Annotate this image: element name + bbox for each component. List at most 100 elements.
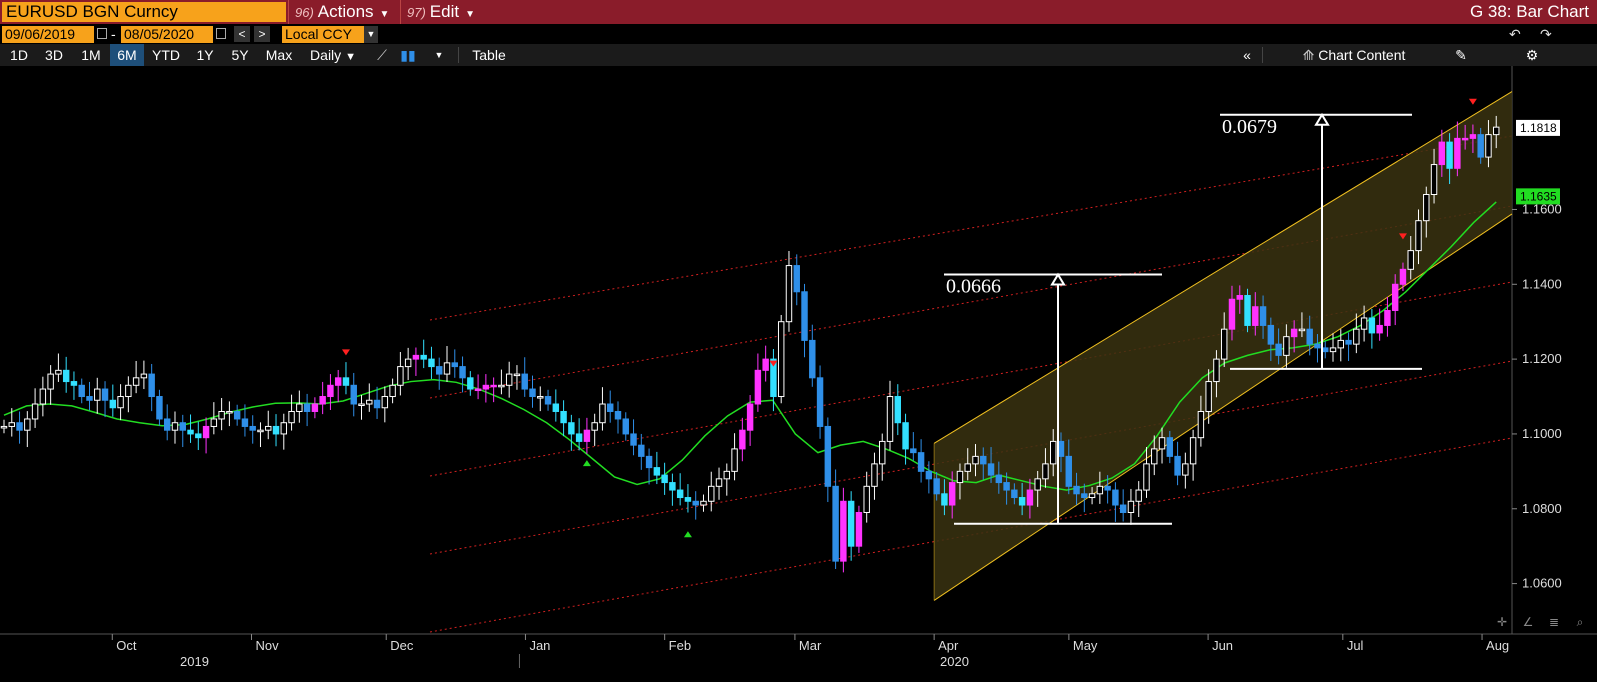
candle-body — [125, 384, 132, 398]
candle-body — [257, 429, 264, 433]
line-chart-icon[interactable]: ⟋ — [370, 44, 394, 66]
start-date-field[interactable]: 09/06/2019 — [2, 26, 94, 43]
calendar-icon[interactable] — [216, 28, 226, 39]
candle-body — [443, 362, 451, 375]
candle-body — [1026, 489, 1034, 506]
period-max-button[interactable]: Max — [260, 44, 298, 66]
candle-body — [537, 396, 544, 399]
period-5y-button[interactable]: 5Y — [224, 44, 256, 66]
table-button[interactable]: Table — [462, 44, 516, 66]
chart-content-button[interactable]: ⟰ Chart Content — [1284, 44, 1424, 66]
candle-body — [591, 422, 598, 431]
frequency-label: Daily — [310, 47, 342, 63]
candle-body — [583, 429, 591, 442]
x-axis: Oct Nov Dec Jan Feb Mar Apr May Jun Jul Aug 2019 202… — [111, 634, 1509, 669]
chart-title: G 38: Bar Chart — [1469, 2, 1589, 21]
candle-body — [941, 493, 948, 506]
calendar-icon[interactable] — [97, 28, 107, 39]
chevron-left-icon[interactable]: < — [234, 26, 250, 42]
candle-body — [202, 425, 210, 439]
candle-body — [544, 396, 552, 405]
candle-body — [964, 463, 971, 472]
candle-body — [490, 384, 497, 388]
currency-select[interactable]: Local CCY ▼ — [282, 26, 378, 43]
candle-body — [785, 265, 793, 323]
period-6m-button[interactable]: 6M — [110, 44, 144, 66]
period-1d-button[interactable]: 1D — [4, 44, 34, 66]
candle-body — [801, 291, 808, 341]
candle-body — [156, 396, 163, 420]
candle-body — [1228, 298, 1236, 330]
candle-body — [560, 410, 567, 424]
candle-body — [1399, 268, 1407, 285]
candle-body — [404, 358, 412, 368]
candle-body — [917, 452, 925, 472]
candle-body — [1407, 250, 1414, 270]
candle-body — [645, 455, 653, 469]
candle-body — [1119, 504, 1127, 514]
x-year-label: 2019 — [180, 654, 209, 669]
candle-body — [272, 425, 280, 435]
chevron-down-icon[interactable]: ▼ — [364, 26, 378, 43]
period-3d-button[interactable]: 3D — [38, 44, 70, 66]
candle-body — [1073, 485, 1080, 495]
undo-icon[interactable]: ↶ — [1509, 26, 1521, 43]
chart-corner-tools: ✛ ∠ ≣ ⌕ — [1489, 611, 1593, 633]
chevron-down-icon: ▼ — [465, 9, 475, 20]
chart-content-icon: ⟰ — [1302, 47, 1315, 63]
candle-body — [777, 321, 785, 398]
candle-body — [731, 448, 738, 472]
candle-body — [762, 358, 769, 371]
zoom-icon[interactable]: ⌕ — [1567, 611, 1593, 633]
actions-menu-button[interactable]: 96) Actions ▼ — [288, 0, 398, 24]
redo-icon[interactable]: ↷ — [1540, 26, 1552, 43]
candle-body — [676, 489, 684, 499]
gear-icon[interactable]: ⚙ — [1520, 44, 1544, 66]
ticker-input[interactable]: EURUSD BGN Curncy — [2, 2, 286, 22]
candle-body — [723, 470, 731, 480]
measure-arrow-head — [1050, 272, 1066, 286]
candle-body — [1042, 463, 1049, 480]
candle-body — [451, 362, 458, 368]
period-1m-button[interactable]: 1M — [74, 44, 108, 66]
candle-body — [521, 373, 528, 390]
period-1y-button[interactable]: 1Y — [190, 44, 220, 66]
candle-body — [1438, 141, 1446, 166]
price-chart[interactable]: 0.0666 0.0679 1.0600 1.0800 1.1000 1.1200 1.1… — [0, 66, 1597, 682]
candle-body — [816, 377, 824, 427]
edit-chart-icon[interactable]: ✎ — [1450, 44, 1472, 66]
candle-body — [1143, 463, 1150, 491]
candle-body — [311, 403, 319, 412]
candle-body — [1368, 317, 1376, 334]
candle-body — [420, 354, 427, 360]
collapse-double-left-icon[interactable]: « — [1236, 44, 1258, 66]
frequency-select[interactable]: Daily ▼ — [302, 44, 364, 66]
chevron-right-icon[interactable]: > — [254, 26, 270, 42]
x-month-label: Oct — [116, 638, 137, 653]
candle-body — [1252, 306, 1259, 326]
candle-body — [1182, 463, 1189, 476]
candle-body — [1353, 328, 1360, 345]
candle-body — [886, 396, 894, 442]
draw-icon[interactable]: ∠ — [1515, 611, 1541, 633]
title-bar: EURUSD BGN Curncy 96) Actions ▼ 97) Edit ▼ G… — [0, 0, 1597, 24]
legend-icon[interactable]: ≣ — [1541, 611, 1567, 633]
candle-body — [568, 422, 575, 435]
period-ytd-button[interactable]: YTD — [146, 44, 186, 66]
candle-body — [669, 482, 676, 491]
end-date-field[interactable]: 08/05/2020 — [121, 26, 213, 43]
candle-body — [241, 418, 249, 427]
candle-body — [1430, 164, 1438, 195]
candle-body — [708, 485, 715, 502]
edit-menu-button[interactable]: 97) Edit ▼ — [400, 0, 514, 24]
candle-body — [39, 388, 47, 405]
candle-body — [832, 485, 839, 562]
candle-body — [1283, 336, 1290, 356]
candle-body — [987, 463, 995, 476]
actions-menu-number: 96) — [295, 5, 314, 20]
crosshair-icon[interactable]: ✛ — [1489, 611, 1515, 633]
candle-body — [902, 422, 909, 450]
chevron-down-icon[interactable]: ▼ — [424, 44, 454, 66]
candle-chart-icon[interactable]: ▮▮ — [396, 44, 420, 66]
candle-body — [1096, 485, 1104, 495]
